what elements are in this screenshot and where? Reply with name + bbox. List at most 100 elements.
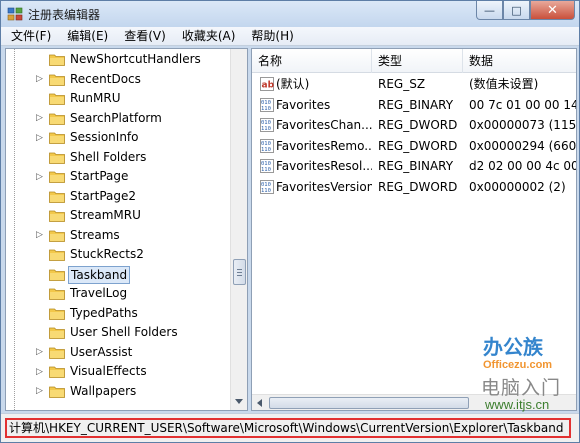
value-name: Favorites xyxy=(276,97,331,112)
maximize-button[interactable]: □ xyxy=(503,1,530,20)
tree-item-label: StuckRects2 xyxy=(70,247,144,261)
minimize-button[interactable]: — xyxy=(476,1,503,20)
expand-arrow-icon[interactable]: ▷ xyxy=(36,70,43,89)
menu-edit[interactable]: 编辑(E) xyxy=(59,27,116,45)
tree-item[interactable]: ▷ SearchPlatform xyxy=(6,109,230,129)
tree-item-label: StartPage2 xyxy=(70,188,136,203)
value-name: FavoritesResol... xyxy=(276,159,372,173)
regedit-window: 注册表编辑器 — □ ✕ 文件(F) 编辑(E) 查看(V) 收藏夹(A) 帮助… xyxy=(0,0,580,443)
tree-item[interactable]: TravelLog xyxy=(6,284,230,304)
value-type: REG_BINARY xyxy=(378,97,454,112)
tree-item[interactable]: ▷ Wallpapers xyxy=(6,382,230,402)
menu-favorites[interactable]: 收藏夹(A) xyxy=(174,27,244,45)
tree-item-label: UserAssist xyxy=(70,344,133,359)
tree-item[interactable]: ▷ UserAssist xyxy=(6,343,230,363)
value-data: d2 02 00 00 4c 00 xyxy=(469,159,576,173)
expand-arrow-icon[interactable]: ▷ xyxy=(36,109,43,128)
folder-icon xyxy=(49,152,65,164)
folder-icon xyxy=(49,308,65,320)
tree-item-label: Wallpapers xyxy=(70,383,137,398)
value-data: 0x00000073 (115) xyxy=(469,118,576,132)
tree-item[interactable]: Taskband xyxy=(6,265,230,285)
expand-arrow-icon[interactable]: ▷ xyxy=(36,226,43,245)
value-name: (默认) xyxy=(276,77,310,91)
folder-icon xyxy=(49,249,65,261)
column-header-type[interactable]: 类型 xyxy=(372,49,463,73)
binary-value-icon: 010110 xyxy=(260,138,274,153)
column-header-name[interactable]: 名称 xyxy=(252,49,372,73)
svg-text:110: 110 xyxy=(261,147,271,153)
tree-item-label: Streams xyxy=(70,227,120,242)
value-type: REG_BINARY xyxy=(378,159,454,173)
tree-item-label: StreamMRU xyxy=(70,208,141,222)
folder-icon xyxy=(49,171,65,183)
value-row[interactable]: ab (默认) REG_SZ (数值未设置) xyxy=(252,74,576,95)
scroll-left-icon[interactable] xyxy=(257,399,262,407)
tree-item-label: VisualEffects xyxy=(70,364,147,378)
value-data: 0x00000294 (660) xyxy=(469,138,576,153)
tree-item[interactable]: ▷ StartPage xyxy=(6,167,230,187)
list-scroll-thumb[interactable] xyxy=(269,397,469,409)
value-row[interactable]: 010 110 FavoritesChan... REG_DWORD 0x0000007… xyxy=(252,115,576,136)
folder-icon xyxy=(49,113,65,125)
watermark-officezu: 办公族 Officezu.com xyxy=(483,331,569,379)
expand-arrow-icon[interactable]: ▷ xyxy=(36,167,43,186)
tree-item[interactable]: RunMRU xyxy=(6,89,230,109)
menu-file[interactable]: 文件(F) xyxy=(3,27,59,45)
window-title: 注册表编辑器 xyxy=(28,8,101,22)
value-row[interactable]: 010 110 FavoritesResol... REG_BINARY d2 02 0… xyxy=(252,156,576,177)
menu-help[interactable]: 帮助(H) xyxy=(243,27,301,45)
value-row[interactable]: 010 110 FavoritesRemo... REG_DWORD 0x0000029… xyxy=(252,136,576,157)
tree-item[interactable]: ▷ RecentDocs xyxy=(6,70,230,90)
folder-icon xyxy=(49,210,65,222)
binary-value-icon: 010110 xyxy=(260,118,274,132)
tree-item-label: TravelLog xyxy=(70,286,128,300)
tree-item-label: Taskband xyxy=(68,265,131,284)
svg-text:110: 110 xyxy=(261,126,271,132)
expand-arrow-icon[interactable]: ▷ xyxy=(36,128,43,147)
folder-icon xyxy=(49,54,65,66)
tree-item[interactable]: StuckRects2 xyxy=(6,245,230,265)
tree-item[interactable]: User Shell Folders xyxy=(6,323,230,343)
value-data: 00 7c 01 00 00 14 0 xyxy=(469,97,576,112)
tree-item[interactable]: ▷ VisualEffects xyxy=(6,362,230,382)
watermark-brand: 办公族 xyxy=(483,335,543,359)
tree-scroll-thumb[interactable] xyxy=(233,259,246,285)
tree-item[interactable]: ▷ SessionInfo xyxy=(6,128,230,148)
tree-item-label: RunMRU xyxy=(70,91,121,105)
folder-icon xyxy=(49,132,65,144)
string-value-icon: ab xyxy=(260,77,274,91)
tree-item[interactable]: NewShortcutHandlers xyxy=(6,50,230,70)
list-header: 名称 类型 数据 xyxy=(252,49,576,73)
regedit-app-icon xyxy=(7,7,23,21)
watermark-brand: 电脑入门 xyxy=(481,377,562,399)
folder-icon xyxy=(49,93,65,105)
svg-text:110: 110 xyxy=(261,167,271,173)
expand-arrow-icon[interactable]: ▷ xyxy=(36,382,43,401)
tree-item-label: SessionInfo xyxy=(70,130,139,144)
close-icon: ✕ xyxy=(547,2,558,18)
expand-arrow-icon[interactable]: ▷ xyxy=(36,362,43,381)
menu-view[interactable]: 查看(V) xyxy=(116,27,174,45)
status-bar: 计算机\HKEY_CURRENT_USER\Software\Microsoft… xyxy=(1,413,579,442)
watermark-url: www.itjs.cn xyxy=(485,397,550,412)
close-button[interactable]: ✕ xyxy=(530,1,575,20)
expand-arrow-icon[interactable]: ▷ xyxy=(36,343,43,362)
scroll-down-icon[interactable] xyxy=(235,399,243,404)
column-header-data[interactable]: 数据 xyxy=(463,49,576,73)
tree-item[interactable]: TypedPaths xyxy=(6,304,230,324)
value-row[interactable]: 010 110 FavoritesVersion REG_DWORD 0x0000000… xyxy=(252,177,576,198)
registry-key-tree[interactable]: NewShortcutHandlers ▷ RecentDocs RunMRU ▷ Sea… xyxy=(5,48,248,411)
value-row[interactable]: 010 110 Favorites REG_BINARY 00 7c 01 00 00 … xyxy=(252,95,576,116)
value-name: FavoritesVersion xyxy=(276,179,372,194)
window-controls: — □ ✕ xyxy=(476,1,575,21)
tree-item[interactable]: StartPage2 xyxy=(6,187,230,207)
tree-item[interactable]: StreamMRU xyxy=(6,206,230,226)
tree-item[interactable]: Shell Folders xyxy=(6,148,230,168)
tree-vertical-scrollbar[interactable] xyxy=(230,49,247,410)
value-name: FavoritesChan... xyxy=(276,118,372,132)
tree-item[interactable]: ▷ Streams xyxy=(6,226,230,246)
folder-icon xyxy=(49,74,65,86)
folder-icon xyxy=(49,269,65,281)
title-bar[interactable]: 注册表编辑器 — □ ✕ xyxy=(1,1,579,27)
